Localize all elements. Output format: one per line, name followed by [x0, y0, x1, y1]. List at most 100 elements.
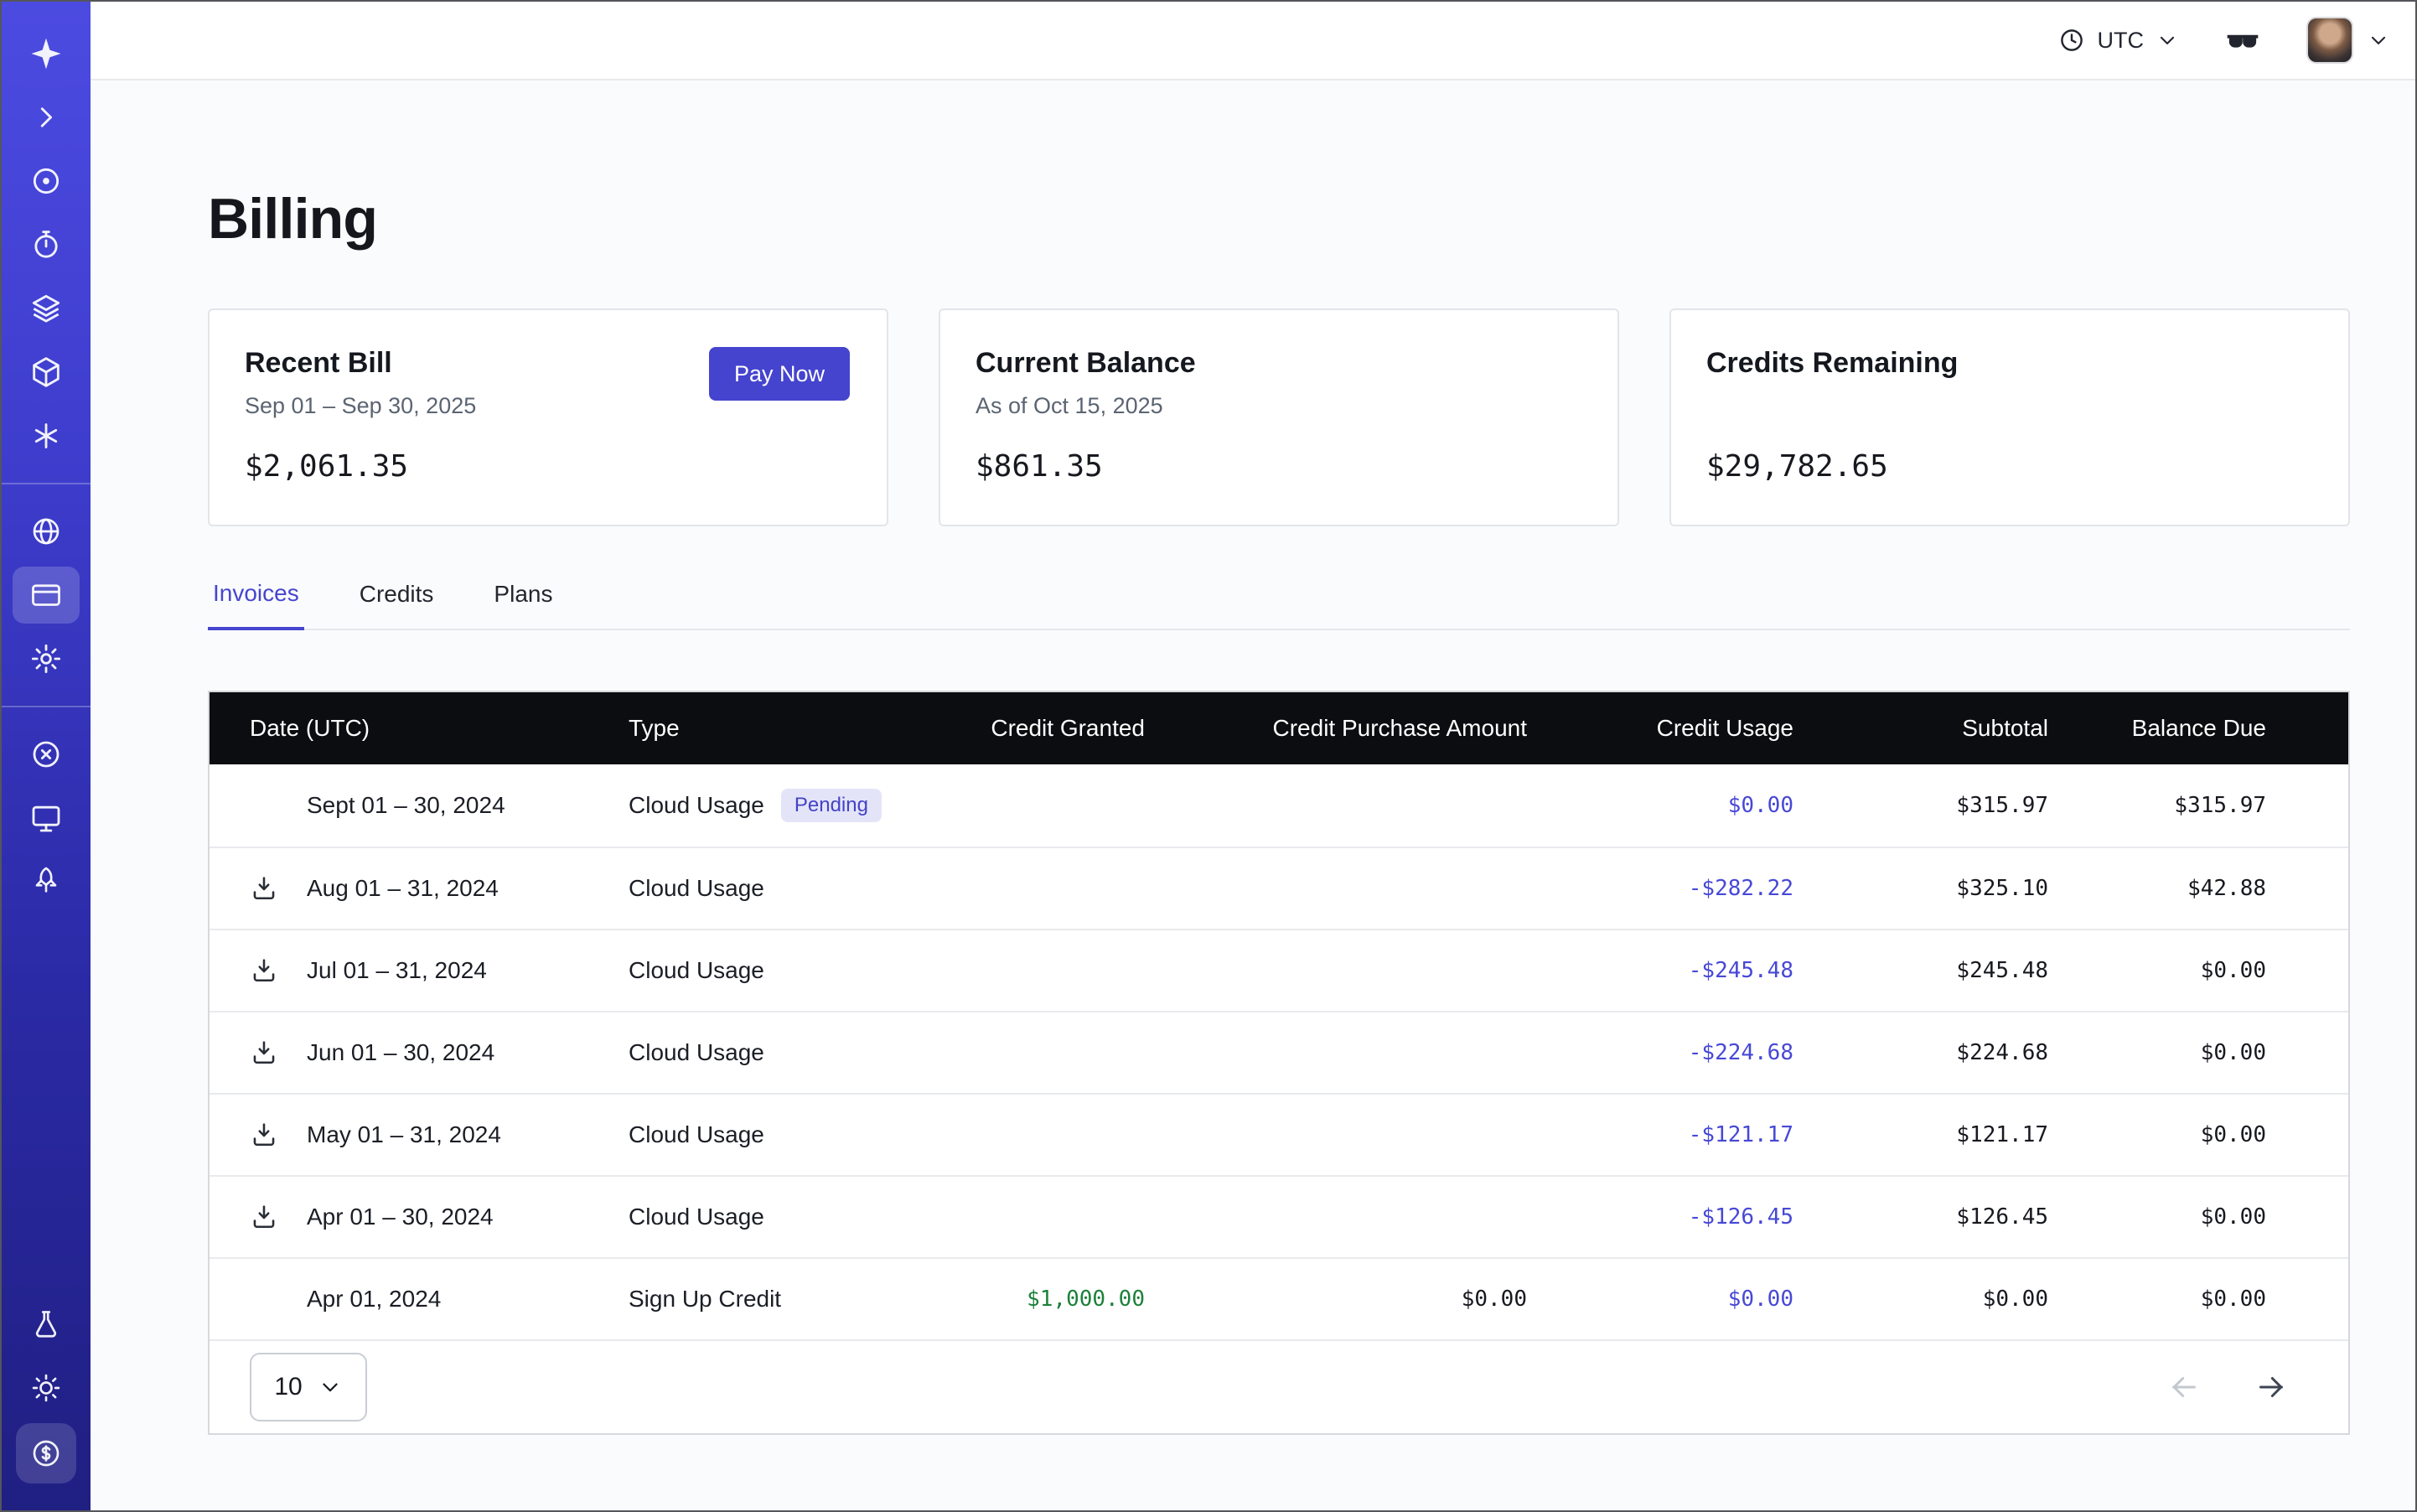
- sidebar-item-billing[interactable]: [13, 567, 80, 624]
- col-header-date: Date (UTC): [250, 715, 629, 742]
- page-size-select[interactable]: 10: [250, 1353, 367, 1421]
- invoice-date: Sept 01 – 30, 2024: [307, 792, 629, 819]
- app-logo[interactable]: [13, 25, 80, 82]
- timezone-label: UTC: [2098, 28, 2145, 54]
- app-window: UTC Billing Recent Bill Sep 01 – Sep 30,…: [0, 0, 2417, 1512]
- cube-icon: [29, 355, 63, 389]
- download-icon: [250, 1121, 278, 1149]
- download-icon: [250, 874, 278, 903]
- download-cell: [250, 874, 307, 903]
- pagination: [2167, 1370, 2308, 1404]
- previous-page-button[interactable]: [2167, 1370, 2201, 1404]
- subtotal-value: $224.68: [1793, 1040, 2048, 1065]
- download-invoice-button[interactable]: [250, 956, 278, 985]
- tab-plans[interactable]: Plans: [489, 580, 557, 629]
- credits-remaining-card: Credits Remaining $29,782.65: [1669, 308, 2350, 526]
- arrow-right-icon: [2254, 1370, 2288, 1404]
- credit-usage-value: -$126.45: [1527, 1204, 1793, 1230]
- billing-tabs: Invoices Credits Plans: [208, 580, 2350, 630]
- pay-now-button[interactable]: Pay Now: [709, 347, 850, 401]
- sidebar-item-launch[interactable]: [13, 853, 80, 910]
- sidebar-item-console[interactable]: [13, 790, 80, 847]
- sidebar-expand-button[interactable]: [13, 89, 80, 146]
- invoice-date: Apr 01 – 30, 2024: [307, 1204, 629, 1230]
- sidebar-item-asterisk[interactable]: [13, 407, 80, 464]
- balance-due-value: $0.00: [2048, 1204, 2308, 1230]
- invoice-type: Cloud Usage: [629, 1121, 764, 1148]
- invoice-type: Cloud Usage: [629, 875, 764, 902]
- recent-bill-card: Recent Bill Sep 01 – Sep 30, 2025 $2,061…: [208, 308, 888, 526]
- sidebar-item-credits[interactable]: [16, 1423, 76, 1484]
- sidebar-item-network[interactable]: [13, 503, 80, 560]
- table-body: Sept 01 – 30, 2024 Cloud Usage Pending $…: [210, 764, 2348, 1339]
- balance-due-value: $0.00: [2048, 1287, 2308, 1312]
- invoice-type-cell: Sign Up Credit: [629, 1286, 910, 1313]
- invoice-row: Apr 01, 2024 Sign Up Credit $1,000.00 $0…: [210, 1257, 2348, 1339]
- close-circle-icon: [29, 738, 63, 771]
- download-cell: [250, 956, 307, 985]
- subtotal-value: $0.00: [1793, 1287, 2048, 1312]
- dark-mode-toggle[interactable]: [2224, 22, 2261, 59]
- user-menu[interactable]: [2306, 17, 2390, 64]
- credit-usage-value: -$121.17: [1527, 1122, 1793, 1147]
- download-invoice-button[interactable]: [250, 1121, 278, 1149]
- credit-granted-value: $1,000.00: [910, 1287, 1145, 1312]
- invoice-row: Jul 01 – 31, 2024 Cloud Usage -$245.48 $…: [210, 929, 2348, 1011]
- subtotal-value: $121.17: [1793, 1122, 2048, 1147]
- sidebar-item-theme[interactable]: [13, 1359, 80, 1416]
- page-title: Billing: [208, 186, 2350, 251]
- download-invoice-button[interactable]: [250, 1038, 278, 1067]
- sidebar: [2, 2, 91, 1510]
- billing-card-icon: [29, 578, 63, 612]
- download-cell: [250, 1121, 307, 1149]
- app-logo-icon: [28, 36, 64, 71]
- sidebar-item-cancel[interactable]: [13, 726, 80, 783]
- chevron-down-icon: [2367, 28, 2390, 52]
- invoice-date: Apr 01, 2024: [307, 1286, 629, 1313]
- invoice-type-cell: Cloud Usage: [629, 957, 910, 984]
- download-invoice-button[interactable]: [250, 874, 278, 903]
- clock-icon: [2057, 26, 2086, 54]
- download-cell: [250, 1203, 307, 1231]
- invoice-type: Cloud Usage: [629, 1039, 764, 1066]
- download-invoice-button[interactable]: [250, 1203, 278, 1231]
- tab-credits[interactable]: Credits: [355, 580, 439, 629]
- balance-due-value: $0.00: [2048, 958, 2308, 983]
- recent-bill-amount: $2,061.35: [245, 449, 408, 484]
- subtotal-value: $245.48: [1793, 958, 2048, 983]
- download-icon: [250, 956, 278, 985]
- page-size-value: 10: [274, 1373, 302, 1401]
- next-page-button[interactable]: [2254, 1370, 2288, 1404]
- invoice-date: Aug 01 – 31, 2024: [307, 875, 629, 902]
- col-header-credit-granted: Credit Granted: [910, 715, 1145, 742]
- flask-icon: [30, 1308, 62, 1340]
- download-cell: [250, 791, 307, 820]
- sidebar-item-layers[interactable]: [13, 280, 80, 337]
- invoice-type: Sign Up Credit: [629, 1286, 781, 1313]
- chevron-down-icon: [2156, 28, 2179, 52]
- download-icon: [250, 1203, 278, 1231]
- sidebar-item-target[interactable]: [13, 153, 80, 210]
- sidebar-item-cube[interactable]: [13, 344, 80, 401]
- invoice-type-cell: Cloud Usage Pending: [629, 789, 910, 822]
- table-header: Date (UTC) Type Credit Granted Credit Pu…: [210, 692, 2348, 764]
- sidebar-item-settings[interactable]: [13, 630, 80, 687]
- credit-usage-value: -$282.22: [1527, 876, 1793, 901]
- invoice-row: May 01 – 31, 2024 Cloud Usage -$121.17 $…: [210, 1093, 2348, 1175]
- invoice-type-cell: Cloud Usage: [629, 875, 910, 902]
- balance-due-value: $315.97: [2048, 793, 2308, 818]
- status-badge: Pending: [781, 789, 882, 822]
- sidebar-divider: [2, 706, 91, 707]
- globe-icon: [29, 515, 63, 548]
- avatar: [2306, 17, 2353, 64]
- sidebar-item-timer[interactable]: [13, 216, 80, 273]
- timezone-selector[interactable]: UTC: [2057, 26, 2180, 54]
- sidebar-item-labs[interactable]: [13, 1296, 80, 1353]
- invoice-date: Jul 01 – 31, 2024: [307, 957, 629, 984]
- credits-remaining-amount: $29,782.65: [1706, 449, 1888, 484]
- invoice-type-cell: Cloud Usage: [629, 1204, 910, 1230]
- credit-usage-value: -$224.68: [1527, 1040, 1793, 1065]
- subtotal-value: $325.10: [1793, 876, 2048, 901]
- tab-invoices[interactable]: Invoices: [208, 580, 304, 630]
- table-footer: 10: [210, 1339, 2348, 1433]
